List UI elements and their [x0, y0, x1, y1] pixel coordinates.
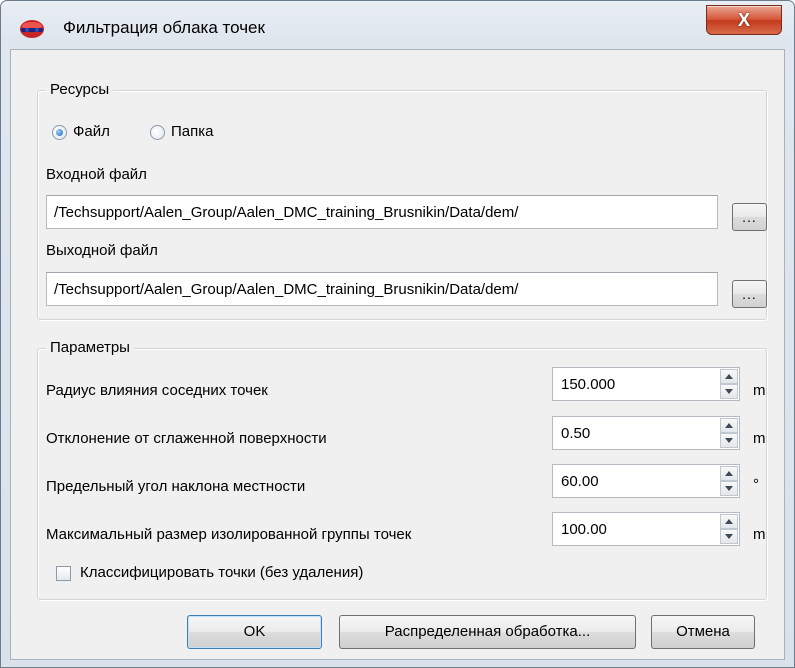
app-icon: [20, 20, 44, 38]
input-browse-button[interactable]: ...: [732, 203, 767, 231]
arrow-up-icon: [725, 374, 733, 379]
param-label-neighbor-radius: Радиус влияния соседних точек: [46, 382, 268, 399]
input-file-label: Входной файл: [46, 166, 147, 183]
arrow-down-icon: [725, 389, 733, 394]
unit-label: m: [753, 526, 766, 543]
radio-file-label[interactable]: Файл: [73, 123, 110, 140]
title-bar[interactable]: Фильтрация облака точек X: [1, 1, 794, 49]
isolated-group-size-spinbox[interactable]: 100.00: [552, 512, 740, 546]
smooth-deviation-spinbox[interactable]: 0.50: [552, 416, 740, 450]
param-label-smooth-deviation: Отклонение от сглаженной поверхности: [46, 430, 327, 447]
arrow-down-icon: [725, 438, 733, 443]
arrow-up-icon: [725, 423, 733, 428]
window-title: Фильтрация облака точек: [63, 18, 265, 37]
spinbox-value: 100.00: [561, 521, 607, 538]
output-browse-button[interactable]: ...: [732, 280, 767, 308]
spin-down-button[interactable]: [720, 384, 738, 399]
spin-down-button[interactable]: [720, 433, 738, 448]
spinbox-arrows: [720, 369, 738, 399]
unit-label: m: [753, 382, 766, 399]
parameters-group-title: Параметры: [46, 339, 134, 356]
distributed-processing-button[interactable]: Распределенная обработка...: [339, 615, 636, 649]
neighbor-radius-spinbox[interactable]: 150.000: [552, 367, 740, 401]
radio-folder[interactable]: [150, 125, 165, 140]
radio-file[interactable]: [52, 125, 67, 140]
radio-folder-label[interactable]: Папка: [171, 123, 213, 140]
spinbox-arrows: [720, 514, 738, 544]
param-label-slope-angle: Предельный угол наклона местности: [46, 478, 306, 495]
spinbox-value: 150.000: [561, 376, 616, 393]
output-file-label: Выходной файл: [46, 242, 158, 259]
spinbox-arrows: [720, 466, 738, 496]
spin-up-button[interactable]: [720, 369, 738, 384]
arrow-down-icon: [725, 534, 733, 539]
arrow-down-icon: [725, 486, 733, 491]
spinbox-value: 60.00: [561, 473, 599, 490]
unit-label: m: [753, 430, 766, 447]
spin-up-button[interactable]: [720, 418, 738, 433]
spinbox-arrows: [720, 418, 738, 448]
ok-button[interactable]: OK: [187, 615, 322, 649]
resources-group-title: Ресурсы: [46, 81, 114, 98]
classify-checkbox[interactable]: [56, 566, 71, 581]
input-file-field[interactable]: /Techsupport/Aalen_Group/Aalen_DMC_train…: [46, 195, 718, 229]
arrow-up-icon: [725, 519, 733, 524]
unit-label: °: [753, 476, 759, 493]
dialog-window: Фильтрация облака точек X Ресурсы Файл П…: [0, 0, 795, 668]
dialog-client-area: Ресурсы Файл Папка Входной файл /Techsup…: [10, 49, 785, 660]
param-label-isolated-group-size: Максимальный размер изолированной группы…: [46, 526, 412, 543]
spin-down-button[interactable]: [720, 529, 738, 544]
cancel-button[interactable]: Отмена: [651, 615, 755, 649]
close-button[interactable]: X: [706, 5, 782, 35]
spin-up-button[interactable]: [720, 466, 738, 481]
output-file-field[interactable]: /Techsupport/Aalen_Group/Aalen_DMC_train…: [46, 272, 718, 306]
spin-up-button[interactable]: [720, 514, 738, 529]
close-icon: X: [737, 9, 750, 30]
arrow-up-icon: [725, 471, 733, 476]
spin-down-button[interactable]: [720, 481, 738, 496]
classify-checkbox-label[interactable]: Классифицировать точки (без удаления): [80, 564, 363, 581]
slope-angle-spinbox[interactable]: 60.00: [552, 464, 740, 498]
spinbox-value: 0.50: [561, 425, 591, 442]
